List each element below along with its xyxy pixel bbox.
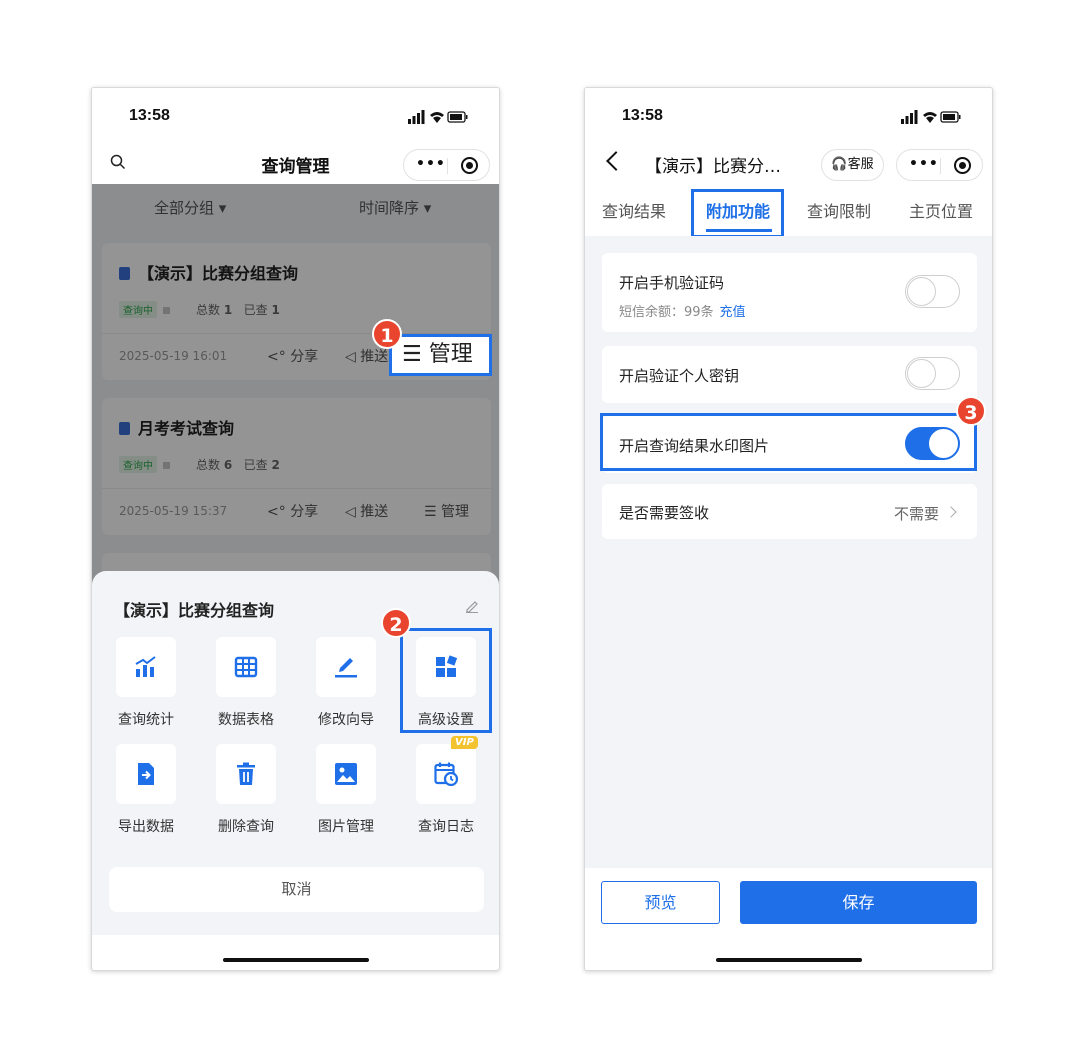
status-bar: 13:58 <box>92 88 499 144</box>
footer-bar: 预览 保存 <box>585 868 992 970</box>
left-phone-screen: 13:58 查询管理 ••• 全部分组 ▾ 时间降序 ▾ 【演示】比赛分组查询 … <box>91 87 500 971</box>
grid-item-query-log[interactable]: VIP 查询日志 <box>406 736 486 844</box>
preview-button[interactable]: 预览 <box>601 881 720 924</box>
home-indicator <box>715 958 862 962</box>
chart-icon <box>135 656 156 677</box>
status-time: 13:58 <box>622 107 663 124</box>
image-icon <box>335 763 357 785</box>
manage-button-highlight[interactable]: ☰ 管理 <box>389 334 492 376</box>
trash-icon <box>237 762 255 785</box>
nav-bar: 【演示】比赛分… 🎧客服 ••• <box>585 144 992 184</box>
headset-icon: 🎧 <box>831 157 848 172</box>
tab-highlight <box>691 189 784 238</box>
grid-item-edit-wizard[interactable]: 修改向导 <box>306 637 386 737</box>
status-bar: 13:58 <box>585 88 992 144</box>
right-phone-screen: 13:58 【演示】比赛分… 🎧客服 ••• 查询结果 附加功能 查询限制 主页… <box>584 87 993 971</box>
more-icon[interactable]: ••• <box>416 156 446 172</box>
close-target-icon[interactable] <box>461 157 478 174</box>
recharge-link[interactable]: 充值 <box>720 305 746 320</box>
personal-key-toggle[interactable] <box>905 357 960 390</box>
edit-icon[interactable] <box>465 599 479 613</box>
save-button[interactable]: 保存 <box>740 881 977 924</box>
page-title: 【演示】比赛分… <box>645 157 781 177</box>
home-indicator <box>222 958 369 962</box>
mini-program-capsule: ••• <box>896 149 983 181</box>
setting-row-personal-key: 开启验证个人密钥 <box>602 346 977 403</box>
grid-item-export[interactable]: 导出数据 <box>106 744 186 844</box>
setting-row-sms-verification: 开启手机验证码 短信余额：99条 充值 <box>602 253 977 332</box>
close-target-icon[interactable] <box>954 157 971 174</box>
step-badge-1: 1 <box>372 319 402 349</box>
grid-item-stats[interactable]: 查询统计 <box>106 637 186 737</box>
back-icon[interactable] <box>606 151 626 171</box>
step-badge-3: 3 <box>956 396 986 426</box>
settings-list: 开启手机验证码 短信余额：99条 充值 开启验证个人密钥 开启查询结果水印图片 是… <box>585 236 992 868</box>
tab-bar: 查询结果 附加功能 查询限制 主页位置 <box>585 184 992 236</box>
grid-item-images[interactable]: 图片管理 <box>306 744 386 844</box>
table-icon <box>234 656 258 678</box>
vip-badge: VIP <box>451 736 478 749</box>
sign-receipt-value: 不需要 <box>893 505 939 523</box>
calendar-icon <box>434 762 458 786</box>
mini-program-capsule: ••• <box>403 149 490 181</box>
sheet-title: 【演示】比赛分组查询 <box>114 601 275 620</box>
setting-row-sign-receipt[interactable]: 是否需要签收 不需要 <box>602 484 977 539</box>
step-badge-2: 2 <box>381 608 411 638</box>
status-icons <box>408 110 468 124</box>
status-time: 13:58 <box>129 107 170 124</box>
tab-homepage-position[interactable]: 主页位置 <box>909 198 973 222</box>
pen-icon <box>335 658 357 678</box>
status-icons <box>901 110 961 124</box>
action-sheet: 【演示】比赛分组查询 查询统计 数据表格 修改向导 高级设置 导出数据 删除查询 <box>92 571 499 937</box>
advanced-settings-highlight <box>400 628 492 733</box>
sms-verification-toggle[interactable] <box>905 275 960 308</box>
cancel-button[interactable]: 取消 <box>109 867 484 912</box>
tab-results[interactable]: 查询结果 <box>602 198 666 222</box>
grid-item-table[interactable]: 数据表格 <box>206 637 286 737</box>
watermark-row-highlight <box>600 413 977 471</box>
customer-service-button[interactable]: 🎧客服 <box>821 149 884 181</box>
export-icon <box>138 763 154 785</box>
tab-limits[interactable]: 查询限制 <box>807 198 871 222</box>
nav-bar: 查询管理 ••• <box>92 144 499 184</box>
more-icon[interactable]: ••• <box>909 156 939 172</box>
chevron-right-icon <box>945 506 957 518</box>
grid-item-delete[interactable]: 删除查询 <box>206 744 286 844</box>
